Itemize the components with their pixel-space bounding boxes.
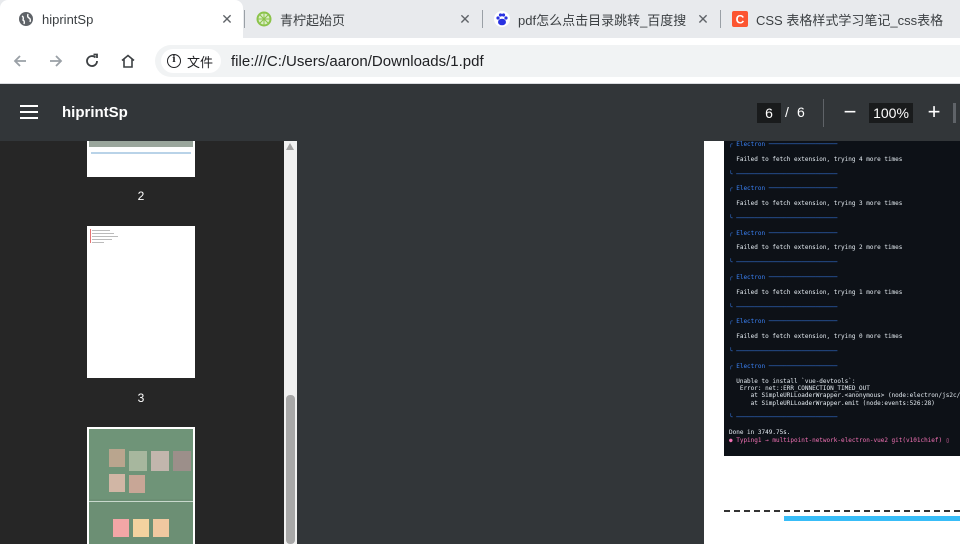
menu-icon[interactable] (20, 105, 38, 121)
terminal-line: ╭ Electron ─────────────────── (729, 229, 838, 237)
sidebar-scrollbar[interactable] (284, 141, 297, 544)
arrow-right-icon (50, 55, 63, 67)
tab-strip: hiprintSp ✕ 青柠起始页 ✕ pdf怎么点击目录跳转_百度搜索 ✕ C… (0, 0, 960, 38)
address-bar[interactable]: i 文件 file:///C:/Users/aaron/Downloads/1.… (155, 45, 960, 77)
tab-hiprintsp[interactable]: hiprintSp ✕ (0, 0, 243, 38)
svg-text:C: C (736, 13, 745, 27)
terminal-line: ╰ ──────────────────────────── (729, 170, 838, 178)
scroll-up-arrow-icon[interactable] (286, 143, 294, 150)
thumbnail-sidebar: 2 3 (0, 141, 297, 544)
terminal-line: Done in 3749.75s. (729, 429, 791, 437)
terminal-line: Unable to install `vue-devtools`: (729, 377, 856, 385)
arrow-left-icon (13, 55, 26, 67)
home-icon (121, 54, 135, 68)
toolbar-divider (823, 99, 824, 127)
thumbnail-page-3[interactable] (87, 226, 195, 378)
terminal-line: Failed to fetch extension, trying 1 more… (729, 288, 903, 296)
terminal-line: Failed to fetch extension, trying 4 more… (729, 155, 903, 163)
lime-icon (256, 11, 272, 27)
terminal-line: ╭ Electron ─────────────────── (729, 185, 838, 193)
terminal-line: ╰ ──────────────────────────── (729, 303, 838, 311)
close-icon[interactable]: ✕ (219, 11, 235, 27)
thumbnail-label: 2 (137, 189, 145, 203)
document-viewport: ╭ Electron ─────────────────── Failed to… (297, 141, 960, 544)
reload-button[interactable] (76, 45, 108, 77)
reload-icon (86, 53, 98, 67)
terminal-line: ╭ Electron ─────────────────── (729, 274, 838, 282)
terminal-line: Failed to fetch extension, trying 3 more… (729, 200, 903, 208)
dashed-divider (724, 510, 960, 513)
forward-button[interactable] (40, 45, 72, 77)
toolbar-edge (953, 103, 956, 123)
terminal-screenshot: ╭ Electron ─────────────────── Failed to… (724, 141, 960, 456)
document-title: hiprintSp (62, 104, 128, 121)
zoom-out-button[interactable]: − (840, 97, 860, 127)
terminal-line: ╭ Electron ─────────────────── (729, 362, 838, 370)
terminal-line: ╰ ──────────────────────────── (729, 259, 838, 267)
terminal-line: ╰ ──────────────────────────── (729, 347, 838, 355)
pdf-toolbar: hiprintSp 6 / 6 − 100% + (0, 85, 960, 141)
csdn-icon: C (732, 11, 748, 27)
zoom-in-button[interactable]: + (924, 97, 944, 127)
close-icon[interactable]: ✕ (695, 11, 711, 27)
site-info-chip[interactable]: i 文件 (161, 49, 222, 73)
info-icon: i (167, 54, 181, 68)
tab-title: 青柠起始页 (280, 12, 346, 28)
site-info-label: 文件 (187, 54, 214, 70)
scroll-thumb[interactable] (286, 395, 295, 544)
terminal-line: Failed to fetch extension, trying 2 more… (729, 244, 903, 252)
thumbnail-label: 3 (137, 391, 145, 405)
terminal-line: ╰ ──────────────────────────── (729, 414, 838, 422)
tab-qingning[interactable]: 青柠起始页 ✕ (238, 0, 481, 38)
page-total: 6 (797, 104, 805, 120)
blue-bar (784, 516, 960, 521)
url-text[interactable]: file:///C:/Users/aaron/Downloads/1.pdf (231, 53, 484, 70)
baidu-paw-icon (494, 11, 510, 27)
terminal-line: at SimpleURLLoaderWrapper.emit (node:eve… (729, 399, 935, 407)
terminal-line: Error: net::ERR_CONNECTION_TIMED_OUT (729, 384, 870, 392)
page-number-input[interactable]: 6 (757, 103, 781, 123)
close-icon[interactable]: ✕ (457, 11, 473, 27)
terminal-line: Failed to fetch extension, trying 0 more… (729, 333, 903, 341)
terminal-line: ╰ ──────────────────────────── (729, 214, 838, 222)
zoom-level-input[interactable]: 100% (869, 103, 913, 123)
thumbnail-page-2[interactable] (87, 141, 195, 177)
terminal-line: ╭ Electron ─────────────────── (729, 141, 838, 148)
tab-title: pdf怎么点击目录跳转_百度搜索 (518, 12, 686, 28)
tab-baidu-search[interactable]: pdf怎么点击目录跳转_百度搜索 ✕ (476, 0, 719, 38)
page-separator: / (785, 104, 789, 120)
terminal-line: ╭ Electron ─────────────────── (729, 318, 838, 326)
terminal-line: at SimpleURLLoaderWrapper.<anonymous> (n… (729, 392, 960, 400)
tab-csdn[interactable]: C CSS 表格样式学习笔记_css表格 (714, 0, 960, 38)
terminal-line: ● Typing1 → multipoint-network-electron-… (729, 436, 950, 444)
home-button[interactable] (112, 45, 144, 77)
back-button[interactable] (4, 45, 36, 77)
tab-title: CSS 表格样式学习笔记_css表格 (756, 12, 944, 28)
thumbnail-page-4[interactable] (87, 427, 195, 544)
tab-title: hiprintSp (42, 11, 94, 27)
pdf-page: ╭ Electron ─────────────────── Failed to… (704, 141, 960, 544)
globe-icon (18, 11, 34, 27)
